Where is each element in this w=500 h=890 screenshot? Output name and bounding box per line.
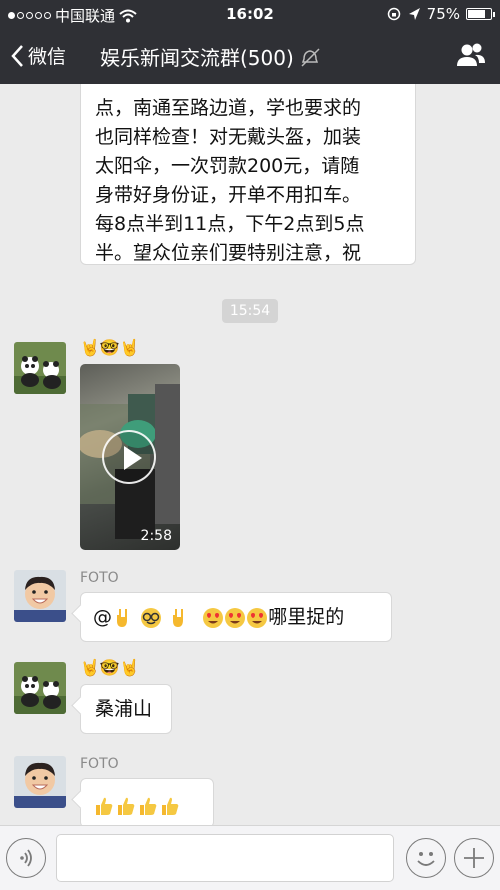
sender-name: 🤘🤓🤘 — [80, 658, 140, 677]
rotation-lock-icon — [387, 7, 400, 21]
message-input[interactable] — [56, 834, 394, 882]
rock-hand-emoji-icon — [117, 608, 127, 627]
mute-icon — [301, 47, 320, 67]
location-icon — [408, 8, 420, 20]
emoji-icon — [416, 851, 435, 866]
sender-name: FOTO — [80, 570, 119, 586]
message-text: 哪里捉的 — [268, 606, 345, 628]
nerd-face-emoji-icon — [141, 607, 162, 628]
chat-title: 娱乐新闻交流群(500) — [100, 46, 294, 70]
group-members-button[interactable] — [456, 42, 486, 72]
sender-name: 🤘🤓🤘 — [80, 338, 140, 357]
battery-icon — [466, 8, 495, 20]
thumbs-up-emoji-icon — [162, 797, 179, 815]
thumbs-up-emoji-icon — [140, 797, 157, 815]
video-message[interactable]: 2:58 — [80, 364, 180, 550]
voice-icon — [19, 848, 32, 867]
thumbs-up-sequence — [93, 794, 181, 816]
voice-button[interactable] — [6, 838, 46, 878]
status-right: 75% — [387, 5, 495, 23]
avatar[interactable] — [14, 570, 66, 622]
emoji-sequence — [112, 606, 268, 628]
play-icon[interactable] — [102, 430, 156, 484]
battery-percent: 75% — [426, 5, 460, 23]
thumbs-up-emoji-icon — [96, 797, 113, 815]
heart-eyes-emoji-icon — [203, 607, 224, 628]
input-bar — [0, 825, 500, 890]
chat-area[interactable]: 点，南通至路边道，学也要求的 也同样检查！对无戴头盔，加装 太阳伞，一次罚款20… — [0, 84, 500, 825]
message-bubble[interactable]: @ 哪里捉的 — [80, 592, 392, 642]
heart-eyes-emoji-icon — [247, 607, 268, 628]
boy-avatar-image — [14, 756, 66, 808]
thumbs-up-emoji-icon — [118, 797, 135, 815]
rock-hand-emoji-icon — [173, 608, 184, 627]
sender-name: FOTO — [80, 756, 119, 772]
message-bubble[interactable]: 桑浦山 — [80, 684, 172, 734]
page-title: 娱乐新闻交流群(500) — [100, 42, 322, 71]
group-members-icon — [457, 43, 485, 66]
back-button[interactable]: 微信 — [10, 42, 66, 69]
nav-bar: 微信 娱乐新闻交流群(500) — [0, 28, 500, 84]
chevron-left-icon — [11, 44, 23, 67]
plus-icon — [463, 847, 484, 868]
message-bubble[interactable] — [80, 778, 214, 825]
message-bubble[interactable]: 点，南通至路边道，学也要求的 也同样检查！对无戴头盔，加装 太阳伞，一次罚款20… — [80, 84, 416, 265]
boy-avatar-image — [14, 570, 66, 622]
avatar[interactable] — [14, 662, 66, 714]
mention-symbol: @ — [93, 606, 112, 628]
video-duration: 2:58 — [140, 528, 172, 544]
panda-avatar-image — [14, 662, 66, 714]
message-text: 桑浦山 — [95, 698, 153, 720]
emoji-button[interactable] — [406, 838, 446, 878]
avatar[interactable] — [14, 342, 66, 394]
status-bar: 中国联通 16:02 75% — [0, 0, 500, 28]
panda-avatar-image — [14, 342, 66, 394]
heart-eyes-emoji-icon — [225, 607, 246, 628]
message-text: 点，南通至路边道，学也要求的 也同样检查！对无戴头盔，加装 太阳伞，一次罚款20… — [95, 97, 365, 264]
message-timestamp: 15:54 — [222, 299, 278, 323]
back-label: 微信 — [28, 46, 67, 68]
avatar[interactable] — [14, 756, 66, 808]
more-button[interactable] — [454, 838, 494, 878]
